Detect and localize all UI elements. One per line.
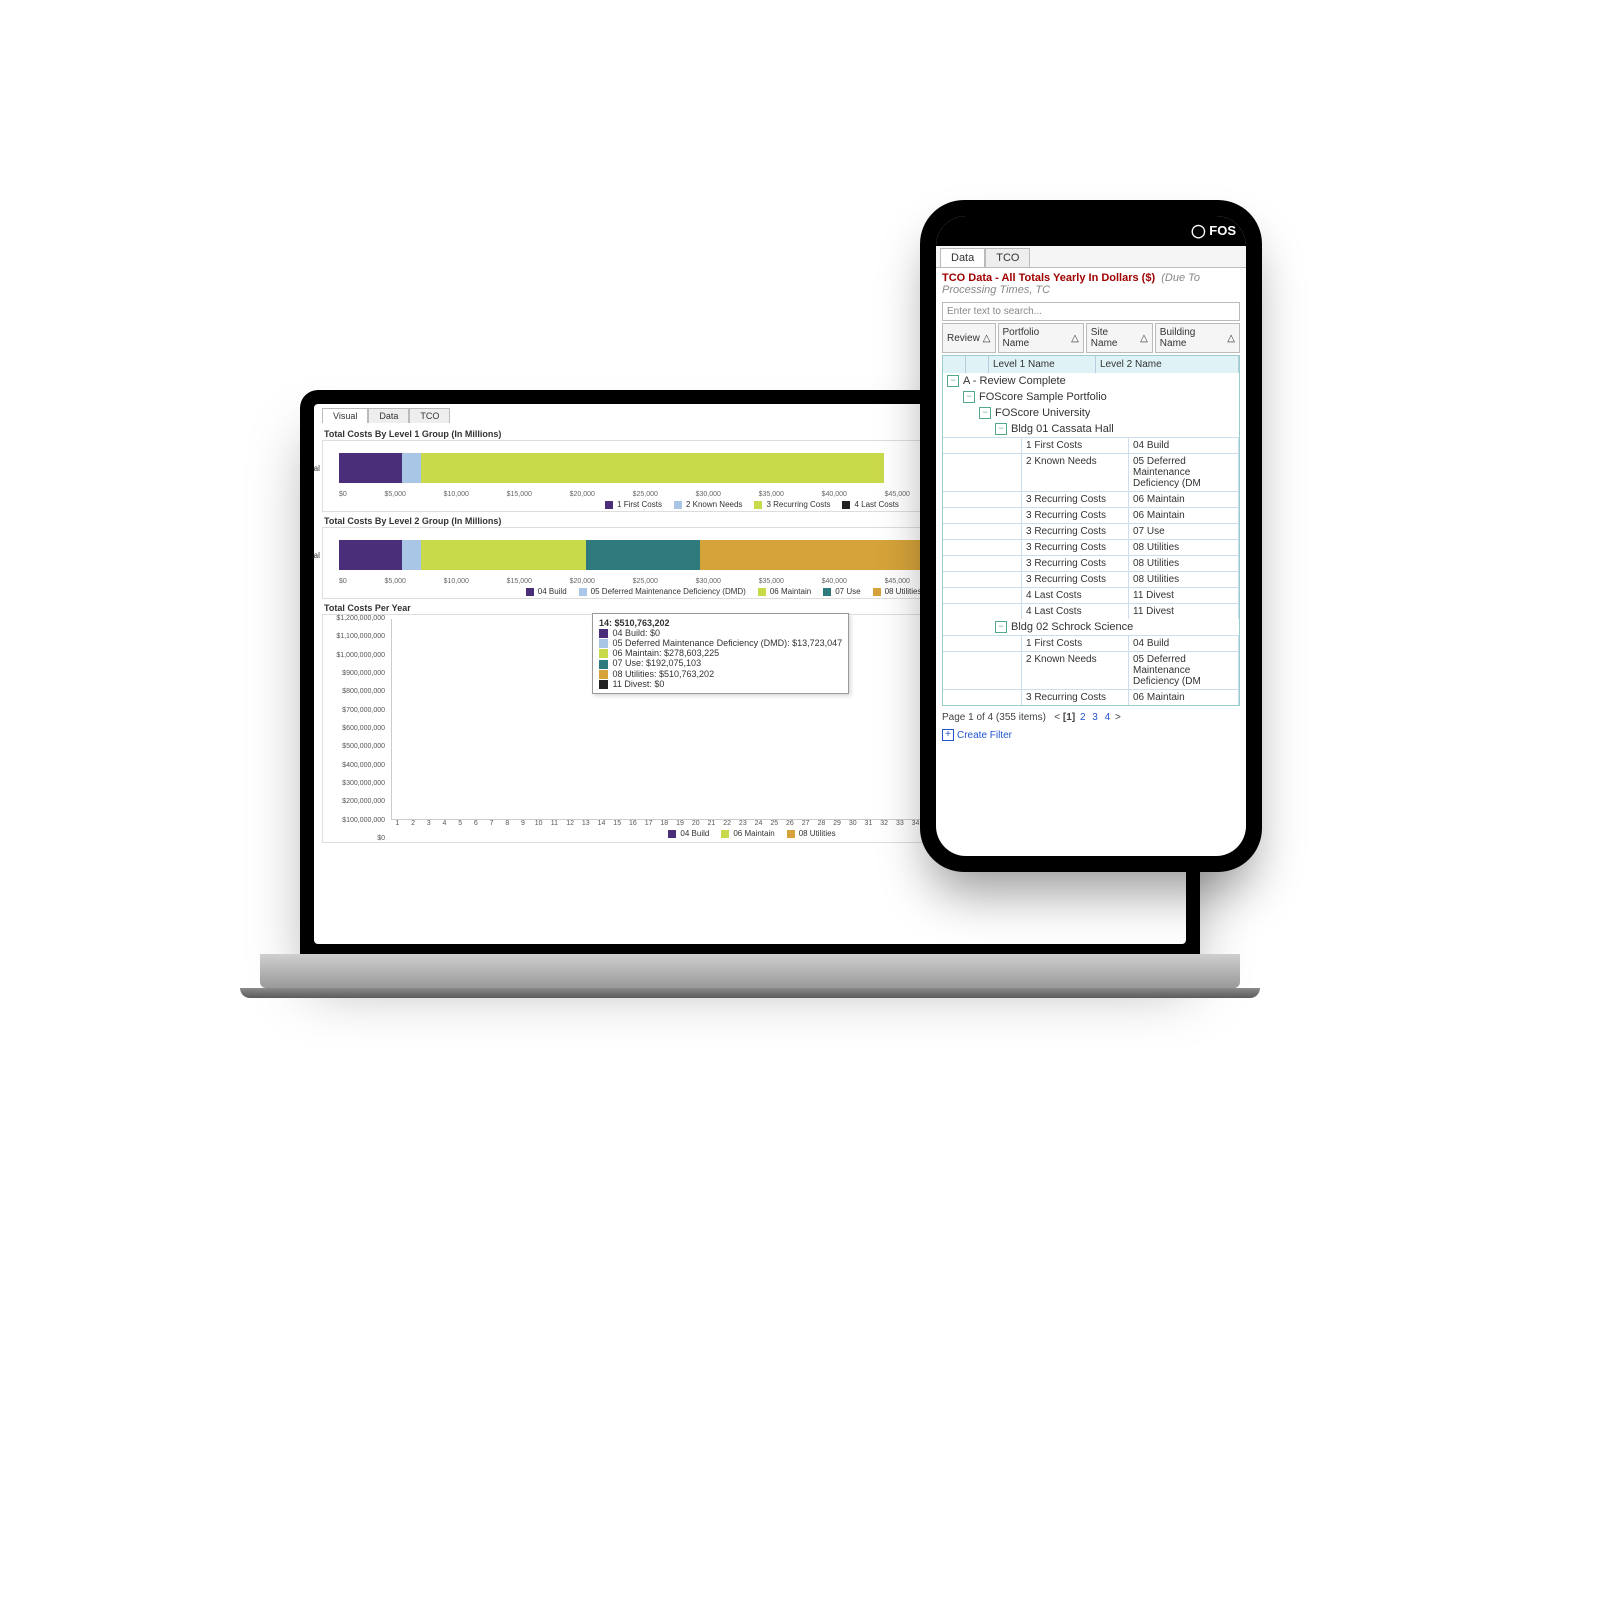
pager-page[interactable]: 4 xyxy=(1105,712,1111,723)
column-headers: Review △Portfolio Name △Site Name △Build… xyxy=(942,323,1240,353)
data-row[interactable]: 3 Recurring Costs08 Utilities xyxy=(943,539,1239,555)
tree-row[interactable]: −A - Review Complete xyxy=(943,373,1239,389)
collapse-icon[interactable]: − xyxy=(995,423,1007,435)
sort-icon: △ xyxy=(1071,333,1079,344)
tree-row[interactable]: −Bldg 02 Schrock Science xyxy=(943,619,1239,635)
tco-title: TCO Data - All Totals Yearly In Dollars … xyxy=(936,268,1246,300)
data-row[interactable]: 3 Recurring Costs08 Utilities xyxy=(943,555,1239,571)
tab-tco[interactable]: TCO xyxy=(409,408,450,423)
phone-notch xyxy=(1026,216,1156,238)
collapse-icon[interactable]: − xyxy=(963,391,975,403)
chart2-ylabel: Total xyxy=(314,551,320,560)
phone-tab-tco[interactable]: TCO xyxy=(985,248,1030,267)
chart3-yaxis: $1,200,000,000$1,100,000,000$1,000,000,0… xyxy=(327,615,385,842)
collapse-icon[interactable]: − xyxy=(947,375,959,387)
data-row[interactable]: 3 Recurring Costs08 Utilities xyxy=(943,571,1239,587)
pager-page: [1] xyxy=(1063,712,1075,723)
data-row[interactable]: 3 Recurring Costs06 Maintain xyxy=(943,491,1239,507)
data-row[interactable]: 2 Known Needs05 Deferred Maintenance Def… xyxy=(943,651,1239,689)
pager-next[interactable]: > xyxy=(1115,712,1121,723)
tree-building2: −Bldg 02 Schrock Science xyxy=(943,619,1239,635)
data-row[interactable]: 3 Recurring Costs07 Use xyxy=(943,523,1239,539)
tab-data[interactable]: Data xyxy=(368,408,409,423)
data-row[interactable]: 1 First Costs04 Build xyxy=(943,635,1239,651)
rows-building1: 1 First Costs04 Build2 Known Needs05 Def… xyxy=(943,437,1239,619)
sort-icon: △ xyxy=(1227,333,1235,344)
tree-row[interactable]: −FOScore Sample Portfolio xyxy=(943,389,1239,405)
collapse-icon[interactable]: − xyxy=(995,621,1007,633)
data-row[interactable]: 4 Last Costs11 Divest xyxy=(943,603,1239,619)
data-row[interactable]: 2 Known Needs05 Deferred Maintenance Def… xyxy=(943,453,1239,491)
header-cell[interactable]: Site Name △ xyxy=(1086,323,1153,353)
phone-device: ◯ FOS DataTCO TCO Data - All Totals Year… xyxy=(920,200,1262,872)
plus-icon: + xyxy=(942,729,954,741)
phone-tab-data[interactable]: Data xyxy=(940,248,985,267)
data-row[interactable]: 3 Recurring Costs06 Maintain xyxy=(943,689,1239,705)
tree-building1: −A - Review Complete−FOScore Sample Port… xyxy=(943,373,1239,437)
brand-logo: ◯ FOS xyxy=(1191,223,1236,239)
header-cell[interactable]: Portfolio Name △ xyxy=(998,323,1084,353)
tree-row[interactable]: −Bldg 01 Cassata Hall xyxy=(943,421,1239,437)
chart3-tooltip: 14: $510,763,202 04 Build: $0 05 Deferre… xyxy=(592,613,849,694)
laptop-foot xyxy=(240,988,1260,998)
sort-icon: △ xyxy=(1140,333,1148,344)
pager-prev[interactable]: < xyxy=(1054,712,1060,723)
header-cell[interactable]: Review △ xyxy=(942,323,996,353)
pager-page[interactable]: 2 xyxy=(1080,712,1086,723)
data-grid[interactable]: Level 1 Name Level 2 Name −A - Review Co… xyxy=(942,355,1240,706)
laptop-base xyxy=(260,954,1240,988)
header-cell[interactable]: Building Name △ xyxy=(1155,323,1240,353)
create-filter-link[interactable]: + Create Filter xyxy=(936,727,1246,743)
grid-header-row: Level 1 Name Level 2 Name xyxy=(943,356,1239,373)
data-row[interactable]: 1 First Costs04 Build xyxy=(943,437,1239,453)
rows-building2: 1 First Costs04 Build2 Known Needs05 Def… xyxy=(943,635,1239,705)
pager-page[interactable]: 3 xyxy=(1092,712,1098,723)
data-row[interactable]: 4 Last Costs11 Divest xyxy=(943,587,1239,603)
tab-visual[interactable]: Visual xyxy=(322,408,368,423)
sort-icon: △ xyxy=(983,333,991,344)
search-input[interactable]: Enter text to search... xyxy=(942,302,1240,321)
grid-header-l2: Level 2 Name xyxy=(1096,356,1239,373)
phone-screen: ◯ FOS DataTCO TCO Data - All Totals Year… xyxy=(936,216,1246,856)
tree-row[interactable]: −FOScore University xyxy=(943,405,1239,421)
grid-header-l1: Level 1 Name xyxy=(989,356,1096,373)
phone-tabs: DataTCO xyxy=(936,246,1246,268)
data-row[interactable]: 3 Recurring Costs06 Maintain xyxy=(943,507,1239,523)
chart1-ylabel: Total xyxy=(314,464,320,473)
pager[interactable]: Page 1 of 4 (355 items) < [1] 2 3 4 > xyxy=(936,708,1246,727)
collapse-icon[interactable]: − xyxy=(979,407,991,419)
